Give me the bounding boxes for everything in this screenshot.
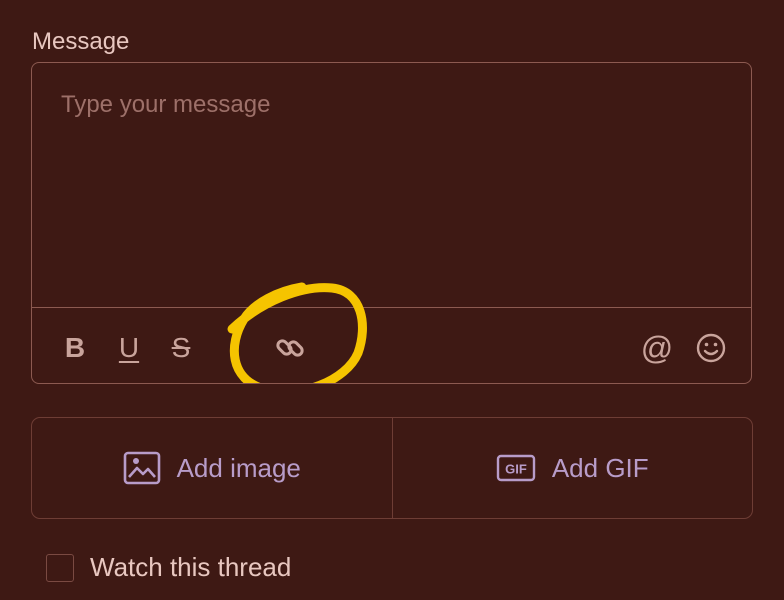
watch-thread-checkbox[interactable] [46,553,74,582]
image-icon [123,451,160,485]
gif-icon: GIF [496,454,536,482]
watch-thread-row[interactable]: Watch this thread [46,552,291,583]
bold-button[interactable]: B [60,325,90,371]
add-gif-label: Add GIF [551,452,649,483]
gif-icon-text: GIF [505,462,527,477]
watch-thread-label: Watch this thread [90,552,292,582]
emoji-icon [696,333,726,363]
strikethrough-icon: S [171,332,191,363]
emoji-button[interactable] [689,325,733,371]
add-image-button[interactable]: Add image [32,418,392,518]
message-editor: B U S I @ [31,62,752,384]
link-button[interactable] [270,325,310,371]
message-label: Message [32,28,130,55]
link-icon [276,339,304,357]
mention-icon: @ [640,329,674,366]
message-input[interactable] [32,63,751,307]
italic-button[interactable]: I [220,325,250,371]
strikethrough-button[interactable]: S [166,325,196,371]
underline-button[interactable]: U [114,325,144,371]
media-buttons: Add image GIF Add GIF [31,417,753,519]
italic-icon: I [231,332,239,363]
add-image-label: Add image [176,452,301,483]
toolbar-divider [32,307,751,308]
add-gif-button[interactable]: GIF Add GIF [393,418,753,518]
underline-icon: U [118,332,140,363]
mention-button[interactable]: @ [635,325,679,371]
bold-icon: B [64,332,86,363]
